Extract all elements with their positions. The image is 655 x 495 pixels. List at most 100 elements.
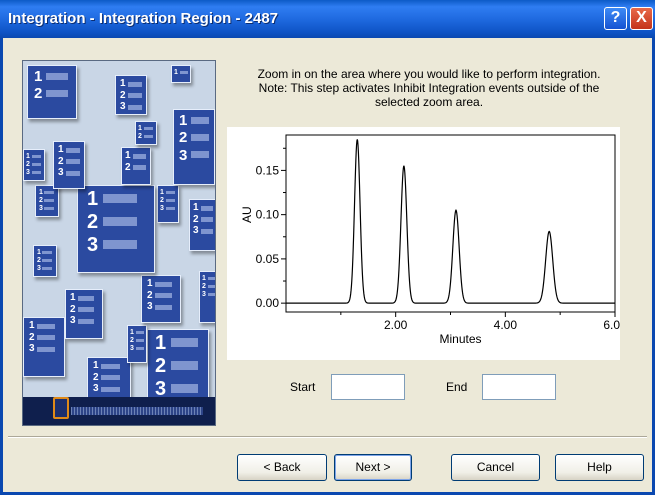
artwork-digit: 1 (70, 292, 76, 303)
artwork-document-17: 123 (23, 317, 65, 377)
instruction-line-3: selected zoom area. (374, 95, 484, 109)
artwork-digit: 1 (93, 360, 99, 371)
artwork-bar (208, 277, 215, 280)
y-tick-label: 0.15 (256, 163, 280, 177)
artwork-bar (208, 285, 215, 288)
artwork-document-16: 123 (199, 271, 215, 323)
artwork-bar (44, 207, 54, 210)
artwork-digit: 1 (147, 278, 153, 289)
artwork-document-14: 123 (65, 289, 103, 339)
artwork-digit: 1 (179, 112, 188, 129)
artwork-digit: 2 (39, 197, 43, 204)
artwork-digit: 3 (120, 101, 126, 112)
artwork-bar (42, 251, 52, 254)
artwork-digit: 3 (26, 169, 30, 176)
help-title-button[interactable]: ? (604, 7, 627, 30)
artwork-bar (103, 194, 137, 203)
artwork-bar (201, 206, 213, 211)
help-button[interactable]: Help (555, 454, 644, 481)
artwork-digit: 3 (70, 315, 76, 326)
artwork-digit: 1 (125, 150, 131, 161)
artwork-bar (46, 73, 68, 80)
artwork-digit: 2 (160, 197, 164, 204)
wizard-artwork: 1231231231231231231231231231231231231231… (22, 60, 216, 426)
next-button[interactable]: Next > (334, 454, 412, 481)
artwork-digit: 2 (130, 337, 134, 344)
start-input[interactable] (331, 374, 405, 400)
artwork-bar (103, 240, 137, 249)
artwork-bar (78, 307, 94, 312)
chromatogram-svg[interactable]: 0.00 0.05 0.10 0.15 2.00 4.00 6.00 Minutes AU (227, 127, 620, 360)
artwork-document-7: 12 (121, 147, 151, 185)
artwork-bar (78, 319, 94, 324)
artwork-digit: 2 (34, 85, 43, 102)
artwork-bar (101, 364, 120, 369)
end-input[interactable] (482, 374, 556, 400)
artwork-digit: 2 (202, 283, 206, 290)
artwork-bar (133, 165, 146, 170)
artwork-digit: 1 (130, 329, 134, 336)
artwork-digit: 3 (37, 265, 41, 272)
instruction-text: Zoom in on the area where you would like… (226, 67, 632, 109)
artwork-digit: 3 (155, 378, 167, 400)
button-separator (8, 436, 647, 438)
artwork-bar (128, 93, 142, 98)
artwork-bar (44, 199, 54, 202)
y-tick-label: 0.05 (256, 252, 280, 266)
artwork-document-13: 123 (33, 245, 57, 277)
artwork-bar (128, 105, 142, 110)
artwork-bar (155, 282, 172, 287)
artwork-digit: 3 (39, 205, 43, 212)
artwork-digit: 3 (202, 291, 206, 298)
x-tick-label: 2.00 (384, 318, 408, 332)
artwork-document-1: 12 (27, 65, 77, 119)
artwork-bar (32, 163, 41, 166)
artwork-digit: 2 (26, 161, 30, 168)
artwork-bar (171, 384, 198, 393)
artwork-bar (42, 267, 52, 270)
artwork-bar (155, 293, 172, 298)
artwork-digit: 1 (155, 332, 167, 354)
artwork-document-8: 123 (23, 149, 45, 181)
artwork-bar (128, 82, 142, 87)
artwork-digit: 2 (58, 156, 64, 167)
y-axis-label: AU (240, 206, 254, 223)
cancel-button[interactable]: Cancel (451, 454, 540, 481)
artwork-digit: 2 (93, 372, 99, 383)
artwork-bar (155, 305, 172, 310)
artwork-document-12: 123 (189, 199, 215, 251)
artwork-bar (208, 293, 215, 296)
artwork-digit: 3 (179, 147, 188, 164)
artwork-document-6: 123 (53, 141, 85, 189)
artwork-bar (171, 361, 198, 370)
artwork-digit: 3 (160, 205, 164, 212)
close-button[interactable]: X (630, 7, 653, 30)
artwork-bar (144, 135, 153, 138)
artwork-digit: 1 (26, 153, 30, 160)
x-tick-label: 6.00 (603, 318, 620, 332)
window-title: Integration - Integration Region - 2487 (8, 10, 279, 27)
artwork-digit: 3 (58, 167, 64, 178)
artwork-document-5: 12 (135, 121, 157, 145)
wizard-dialog: Integration - Integration Region - 2487 … (0, 0, 655, 495)
artwork-bar (136, 331, 144, 334)
start-label: Start (290, 380, 316, 394)
back-button[interactable]: < Back (237, 454, 327, 481)
artwork-bar (37, 335, 55, 340)
artwork-document-9: 123 (35, 185, 59, 217)
artwork-digit: 1 (120, 78, 126, 89)
chromatogram-chart[interactable]: 0.00 0.05 0.10 0.15 2.00 4.00 6.00 Minutes AU (227, 127, 620, 360)
artwork-bar (46, 90, 68, 97)
artwork-bar (201, 217, 213, 222)
artwork-digit: 2 (138, 133, 142, 140)
artwork-bar (144, 127, 153, 130)
artwork-digit: 3 (193, 225, 199, 236)
artwork-digit: 1 (160, 189, 164, 196)
artwork-digit: 1 (29, 320, 35, 331)
artwork-bar (191, 134, 209, 141)
artwork-bar (32, 171, 41, 174)
artwork-document-11: 123 (157, 185, 179, 223)
artwork-slider-graphic (53, 397, 69, 419)
x-tick-label: 4.00 (494, 318, 518, 332)
title-bar[interactable]: Integration - Integration Region - 2487 … (0, 0, 655, 38)
